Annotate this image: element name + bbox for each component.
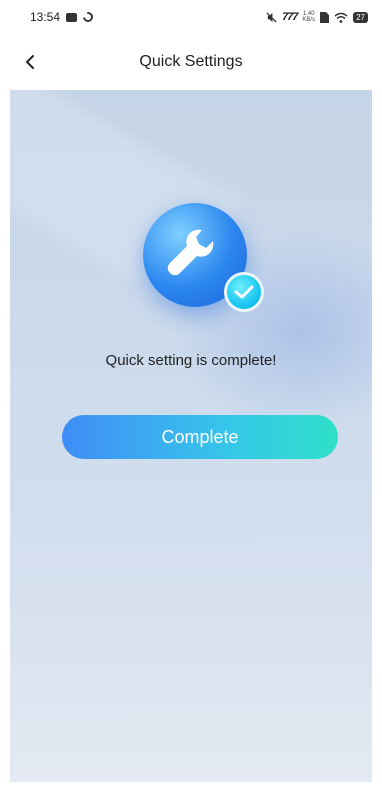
wifi-icon xyxy=(334,12,348,23)
chevron-left-icon xyxy=(26,55,34,69)
status-bar: 13:54 777 1.40 KB/s 27 xyxy=(0,0,382,34)
main-content: Quick setting is complete! Complete xyxy=(10,90,372,782)
page-title: Quick Settings xyxy=(139,53,243,70)
battery-indicator: 27 xyxy=(353,11,368,23)
mute-icon xyxy=(266,11,277,23)
network-speed: 1.40 KB/s xyxy=(302,11,315,23)
status-time: 13:54 xyxy=(30,10,61,24)
speed-unit: KB/s xyxy=(302,17,316,23)
back-button[interactable] xyxy=(18,50,42,74)
wrench-icon xyxy=(167,229,214,276)
check-badge xyxy=(224,272,264,312)
status-left: 13:54 xyxy=(30,10,95,24)
status-right: 777 1.40 KB/s 27 xyxy=(266,11,368,23)
sim-icon xyxy=(320,11,330,23)
message-notification-icon xyxy=(66,12,78,22)
top-bar: Quick Settings xyxy=(0,34,382,90)
complete-button[interactable]: Complete xyxy=(62,415,338,459)
sync-notification-icon xyxy=(81,10,95,24)
signal-strength-text: 777 xyxy=(282,11,298,23)
check-icon xyxy=(234,285,254,299)
success-illustration xyxy=(140,200,264,312)
completion-message: Quick setting is complete! xyxy=(105,352,277,369)
